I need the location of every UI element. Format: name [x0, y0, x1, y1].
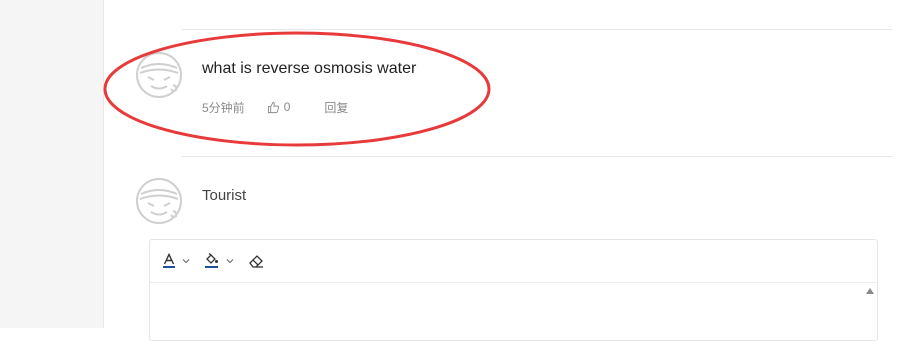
font-color-button[interactable] [162, 253, 190, 269]
font-color-icon [163, 253, 175, 268]
like-button[interactable]: 0 [267, 100, 291, 114]
reply-editor [149, 239, 878, 341]
current-user-name: Tourist [202, 187, 247, 204]
chevron-down-icon [226, 259, 234, 264]
clear-format-button[interactable] [248, 253, 264, 269]
comment-avatar [135, 51, 183, 99]
scroll-up-arrow[interactable] [866, 288, 874, 294]
chevron-down-icon [182, 259, 190, 264]
anonymous-avatar-icon [136, 52, 182, 98]
like-count: 0 [283, 100, 291, 114]
comment-meta: 5分钟前 0 回复 [202, 99, 348, 115]
comment-text: what is reverse osmosis water [202, 60, 417, 77]
top-divider [182, 29, 892, 30]
comment-time: 5分钟前 [202, 100, 245, 115]
thumbs-up-icon [267, 101, 279, 113]
highlight-color-icon [205, 253, 218, 268]
anonymous-avatar-icon [136, 178, 182, 224]
editor-toolbar [150, 240, 877, 283]
eraser-icon [249, 255, 263, 268]
reply-avatar [135, 177, 183, 225]
highlight-color-button[interactable] [204, 253, 234, 269]
left-side-panel [0, 0, 104, 328]
middle-divider [182, 156, 892, 157]
reply-button[interactable]: 回复 [324, 99, 348, 116]
